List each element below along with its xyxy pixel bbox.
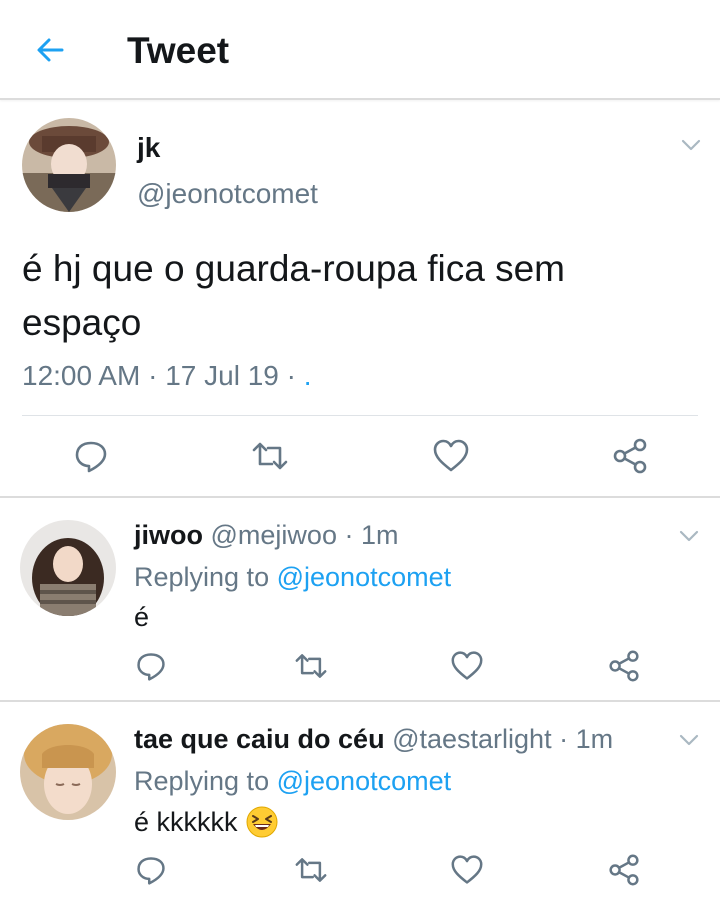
laughing-squint-emoji [246,806,278,838]
like-button[interactable] [429,434,473,478]
retweet-button[interactable] [248,434,292,478]
replying-to: Replying to @jeonotcomet [134,766,452,796]
like-button[interactable] [445,644,489,688]
source-link[interactable]: . [304,360,312,391]
page-title: Tweet [127,30,230,71]
replying-to: Replying to @jeonotcomet [134,562,452,592]
retweet-button[interactable] [289,848,333,892]
reply-header: jiwoo @mejiwoo · 1m [134,520,399,550]
tweet-date: 17 Jul 19 [165,360,279,391]
reply-time: 1m [361,520,399,550]
retweet-button[interactable] [289,644,333,688]
reply-tweet[interactable]: tae que caiu do céu @taestarlight · 1m R… [0,702,720,911]
author-name[interactable]: jk [137,132,160,164]
retweet-icon [252,442,288,470]
reply-tweet[interactable]: jiwoo @mejiwoo · 1m Replying to @jeonotc… [0,498,720,702]
avatar[interactable] [22,118,116,212]
tweet-text: é hj que o guarda-roupa fica sem espaço [22,248,566,343]
heart-icon [451,855,483,884]
share-icon [609,650,639,682]
avatar[interactable] [20,724,116,820]
like-button[interactable] [445,848,489,892]
share-button[interactable] [602,644,646,688]
chevron-down-icon[interactable] [677,524,701,548]
top-app-bar: Tweet [0,0,720,100]
back-button[interactable] [30,30,70,70]
reply-author-handle[interactable]: @mejiwoo [211,520,337,550]
reply-button[interactable] [129,848,173,892]
heart-icon [451,651,483,680]
reply-author-handle[interactable]: @taestarlight [392,724,551,754]
reply-author-name[interactable]: jiwoo [134,520,203,550]
tweet-actions [0,416,720,498]
mention-link[interactable]: @jeonotcomet [277,562,452,592]
mention-link[interactable]: @jeonotcomet [277,766,452,796]
reply-text: é [134,602,150,632]
reply-text: é kkkkkk [134,806,278,838]
retweet-icon [295,654,327,678]
reply-button[interactable] [69,434,113,478]
reply-icon [137,857,165,885]
tweet-timestamp: 12:00 AM · 17 Jul 19 · . [22,360,312,391]
arrow-left-icon [37,38,64,62]
tweet-time: 12:00 AM [22,360,141,391]
chevron-down-icon[interactable] [679,133,703,157]
share-icon [609,854,639,886]
share-icon [613,438,647,474]
share-button[interactable] [608,434,652,478]
retweet-icon [295,858,327,882]
share-button[interactable] [602,848,646,892]
reply-icon [75,441,107,473]
heart-icon [433,439,469,472]
reply-icon [137,653,165,681]
avatar[interactable] [20,520,116,616]
reply-time: 1m [575,724,614,754]
reply-author-name[interactable]: tae que caiu do céu [134,724,385,754]
chevron-down-icon[interactable] [677,728,701,752]
reply-header: tae que caiu do céu @taestarlight · 1m [134,724,614,754]
author-handle[interactable]: @jeonotcomet [137,178,318,210]
reply-button[interactable] [129,644,173,688]
